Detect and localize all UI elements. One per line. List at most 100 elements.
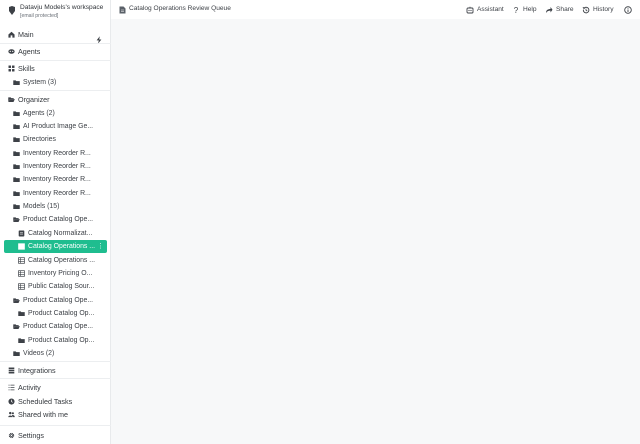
sidebar-item-activity[interactable]: Activity (0, 381, 111, 394)
sidebar-item-skills-system-label: System (3) (23, 79, 57, 86)
assistant-icon (466, 6, 474, 13)
sidebar-divider (0, 43, 111, 44)
share-button[interactable]: Share (545, 4, 574, 15)
tree-item[interactable]: Catalog Operations ... ⋮ (0, 240, 111, 254)
tree-item[interactable]: Public Catalog Sour... (0, 280, 111, 293)
more-options-icon[interactable]: ⋮ (97, 242, 104, 251)
tree-item[interactable]: Catalog Operations ... (0, 254, 111, 267)
folder-icon (12, 350, 20, 358)
svg-text:?: ? (514, 6, 519, 14)
help-button[interactable]: ? Help (512, 4, 537, 15)
sidebar-item-organizer-label: Organizer (18, 95, 50, 104)
folder-open-icon (12, 216, 20, 224)
tree-item-label: Directories (23, 136, 56, 144)
sidebar-item-shared-with-me[interactable]: Shared with me (0, 408, 111, 421)
tree-item-label: Product Catalog Ope... (23, 296, 94, 304)
tree-item[interactable]: Inventory Reorder R... (0, 173, 111, 186)
sidebar-item-integrations[interactable]: Integrations (0, 364, 111, 377)
sidebar-item-settings-label: Settings (18, 431, 44, 440)
workspace-name: Datavju Models's workspace (20, 4, 104, 11)
tree-item-label: Inventory Reorder R... (23, 189, 91, 197)
sidebar-item-shared-with-me-label: Shared with me (18, 410, 68, 419)
users-icon (7, 411, 15, 419)
tree-item[interactable]: Product Catalog Ope... (0, 213, 111, 226)
share-icon (546, 6, 553, 13)
tree-item[interactable]: Videos (2) (0, 347, 111, 360)
tree-item-label: Product Catalog Ope... (23, 323, 94, 331)
folder-icon (12, 149, 20, 157)
help-label: Help (523, 6, 537, 13)
main-content-area (111, 19, 640, 444)
tree-item-label: Inventory Pricing O... (28, 269, 93, 277)
folder-open-icon (12, 323, 20, 331)
sidebar-item-settings[interactable]: Settings (0, 429, 111, 442)
assistant-label: Assistant (477, 6, 504, 13)
info-button[interactable] (624, 4, 635, 15)
workspace-email: [email protected] (20, 12, 59, 19)
tree-item-label: Product Catalog Op... (28, 310, 95, 318)
folder-icon (12, 176, 20, 184)
assistant-button[interactable]: Assistant (466, 4, 504, 15)
history-button[interactable]: History (582, 4, 614, 15)
sidebar-item-main-label: Main (18, 30, 34, 39)
tree-item[interactable]: Directories (0, 133, 111, 146)
history-label: History (593, 6, 614, 13)
folder-icon (12, 136, 20, 144)
tree-item[interactable]: Models (15) (0, 200, 111, 213)
sidebar-item-activity-label: Activity (18, 383, 41, 392)
sidebar-item-main[interactable]: Main (0, 28, 111, 44)
tree-item-label: Product Catalog Op... (28, 336, 95, 344)
tree-item-label: Inventory Reorder R... (23, 162, 91, 170)
tree-item[interactable]: Product Catalog Op... (0, 307, 111, 320)
sidebar-item-skills[interactable]: Skills (0, 62, 111, 75)
lightning-icon[interactable] (95, 31, 103, 44)
tree-item[interactable]: Product Catalog Ope... (0, 320, 111, 333)
sidebar-item-organizer[interactable]: Organizer (0, 93, 111, 106)
tree-item[interactable]: Inventory Pricing O... (0, 267, 111, 280)
tree-item[interactable]: Inventory Reorder R... (0, 147, 111, 160)
sidebar-item-agents[interactable]: Agents (0, 45, 111, 58)
document-title: Catalog Operations Review Queue (129, 5, 231, 12)
table-icon (17, 269, 25, 277)
folder-icon (12, 79, 20, 87)
sidebar: Datavju Models's workspace [email protec… (0, 0, 111, 444)
sidebar-divider (0, 378, 111, 379)
tree-item[interactable]: Product Catalog Ope... (0, 294, 111, 307)
share-label: Share (556, 6, 574, 13)
sidebar-divider (0, 90, 111, 91)
sidebar-item-scheduled-tasks-label: Scheduled Tasks (18, 396, 73, 406)
workspace-logo-icon (9, 6, 15, 15)
tree-item-label: Product Catalog Ope... (23, 216, 94, 224)
tree-item[interactable]: Inventory Reorder R... (0, 187, 111, 200)
gear-icon (7, 432, 15, 440)
sidebar-divider (0, 425, 111, 426)
tree-item[interactable]: Agents (2) (0, 107, 111, 120)
folder-icon (12, 162, 20, 170)
tree-item-label: AI Product Image Ge... (23, 122, 94, 130)
sidebar-item-scheduled-tasks[interactable]: Scheduled Tasks (0, 395, 111, 408)
integrations-icon (7, 367, 15, 375)
tree-item[interactable]: Product Catalog Op... (0, 334, 111, 347)
folder-icon (17, 310, 25, 318)
top-bar: Catalog Operations Review Queue Assistan… (111, 0, 640, 19)
tree-item[interactable]: AI Product Image Ge... (0, 120, 111, 133)
tree-item-label: Inventory Reorder R... (23, 149, 91, 157)
sidebar-item-agents-label: Agents (18, 47, 41, 56)
sidebar-item-skills-system[interactable]: System (3) (0, 76, 111, 89)
sidebar-item-integrations-label: Integrations (18, 366, 56, 375)
workspace-switcher[interactable]: Datavju Models's workspace [email protec… (0, 0, 111, 25)
sidebar-divider (0, 60, 111, 61)
tree-item[interactable]: Catalog Normalizat... (0, 227, 111, 240)
help-icon: ? (514, 6, 519, 14)
info-icon (624, 5, 632, 14)
folder-icon (12, 122, 20, 130)
folder-icon (12, 109, 20, 117)
folder-icon (12, 189, 20, 197)
tree-item-label: Inventory Reorder R... (23, 176, 91, 184)
home-icon (7, 31, 15, 39)
clock-icon (7, 397, 15, 405)
table-icon (17, 283, 25, 291)
skills-icon (7, 65, 15, 73)
tree-item-label: Catalog Operations ... (28, 256, 96, 264)
tree-item[interactable]: Inventory Reorder R... (0, 160, 111, 173)
